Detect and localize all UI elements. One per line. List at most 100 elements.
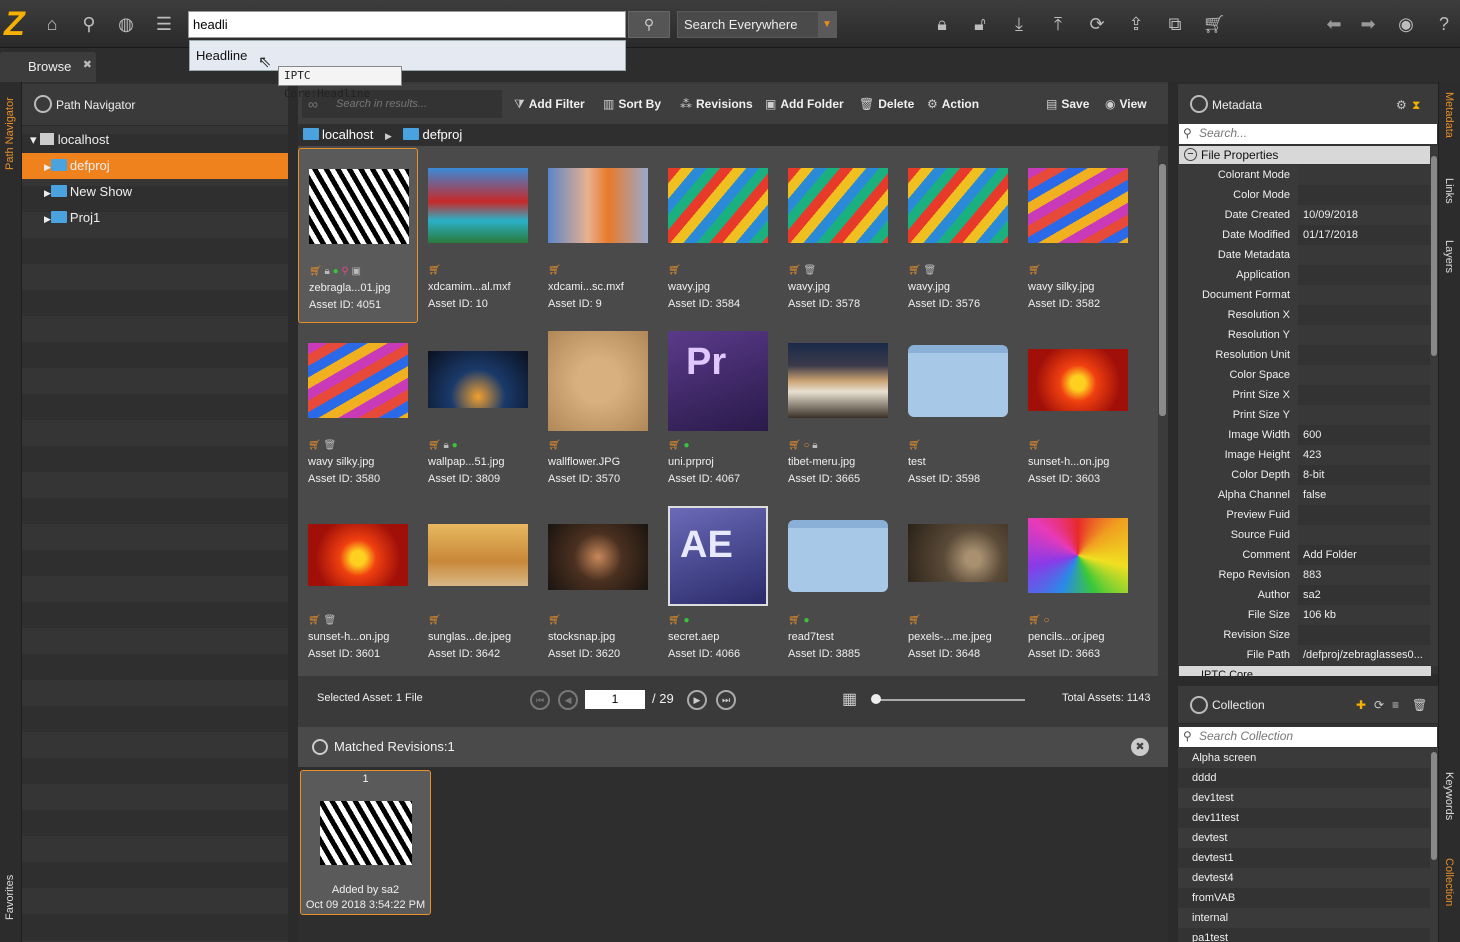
- metadata-row[interactable]: Comment Add Folder: [1178, 545, 1430, 565]
- metadata-row[interactable]: Resolution Unit: [1178, 345, 1430, 365]
- asset-card[interactable]: 🛒︎ pexels-...me.jpeg Asset ID: 3648: [898, 498, 1018, 673]
- asset-thumbnail[interactable]: [428, 524, 528, 586]
- last-page-button[interactable]: ⏭: [716, 690, 736, 710]
- trash-icon[interactable]: 🗑︎: [1412, 686, 1427, 724]
- tree-item-defproj[interactable]: ▶ defproj: [22, 153, 288, 179]
- asset-card[interactable]: 🛒︎ wavy silky.jpg Asset ID: 3582: [1018, 148, 1138, 323]
- first-page-button[interactable]: ⏮: [530, 690, 550, 710]
- folder-thumbnail[interactable]: [908, 345, 1008, 417]
- search-scope-select[interactable]: Search Everywhere ▼: [677, 11, 837, 38]
- add-collection-icon[interactable]: ✚: [1356, 686, 1366, 724]
- asset-card[interactable]: 🛒︎ wavy.jpg Asset ID: 3584: [658, 148, 778, 323]
- home-icon[interactable]: ⌂: [40, 12, 64, 36]
- asset-thumbnail[interactable]: [1028, 518, 1128, 593]
- revision-thumbnail[interactable]: [319, 801, 412, 865]
- collection-item[interactable]: Alpha screen: [1178, 748, 1430, 768]
- asset-card[interactable]: 🛒︎ 🔒︎ ● ⚲ ▣ zebragla...01.jpg Asset ID: …: [298, 148, 418, 323]
- sort-by-button[interactable]: ▥ Sort By: [603, 97, 661, 111]
- collection-search-input[interactable]: Search Collection: [1179, 727, 1437, 747]
- metadata-row[interactable]: Colorant Mode: [1178, 165, 1430, 185]
- collection-item[interactable]: dddd: [1178, 768, 1430, 788]
- collection-scrollbar-thumb[interactable]: [1431, 752, 1437, 860]
- asset-card[interactable]: 🛒︎ ○ pencils...or.jpeg Asset ID: 3663: [1018, 498, 1138, 673]
- expand-right-icon[interactable]: ▶: [44, 214, 51, 224]
- revision-card[interactable]: 1 Added by sa2 Oct 09 2018 3:54:22 PM: [300, 770, 431, 915]
- metadata-value[interactable]: 106 kb: [1300, 605, 1430, 625]
- refresh-icon[interactable]: ⟳: [1374, 686, 1384, 724]
- asset-thumbnail[interactable]: [668, 168, 768, 243]
- search-submit-button[interactable]: ⚲: [628, 11, 670, 38]
- upload-icon[interactable]: ⤒: [1046, 12, 1070, 36]
- expand-right-icon[interactable]: ▶: [44, 162, 51, 172]
- asset-thumbnail[interactable]: [308, 343, 408, 418]
- asset-card[interactable]: 🛒︎ 🗑︎ wavy.jpg Asset ID: 3578: [778, 148, 898, 323]
- export-icon[interactable]: ⇪: [1124, 12, 1148, 36]
- metadata-row[interactable]: Print Size X: [1178, 385, 1430, 405]
- asset-card[interactable]: 🛒︎ xdcami...sc.mxf Asset ID: 9: [538, 148, 658, 323]
- collection-item[interactable]: dev11test: [1178, 808, 1430, 828]
- keywords-rail-tab[interactable]: Keywords: [1443, 772, 1455, 842]
- asset-thumbnail[interactable]: [788, 343, 888, 418]
- path-navigator-rail-tab[interactable]: Path Navigator: [4, 90, 16, 170]
- metadata-value[interactable]: 01/17/2018: [1300, 225, 1430, 245]
- metadata-row[interactable]: Author sa2: [1178, 585, 1430, 605]
- metadata-value[interactable]: 10/09/2018: [1300, 205, 1430, 225]
- asset-thumbnail[interactable]: AE: [668, 506, 768, 606]
- collapse-icon[interactable]: −: [1184, 148, 1197, 161]
- collection-item[interactable]: fromVAB: [1178, 888, 1430, 908]
- metadata-search-input[interactable]: Search...: [1179, 124, 1437, 144]
- zoom-slider[interactable]: [873, 699, 1025, 701]
- asset-thumbnail[interactable]: [428, 168, 528, 243]
- sync-icon[interactable]: ⟳: [1085, 12, 1109, 36]
- search-icon[interactable]: ⚲: [77, 12, 101, 36]
- download-icon[interactable]: ⤓: [1007, 12, 1031, 36]
- expand-down-icon[interactable]: ▾: [30, 132, 37, 147]
- metadata-scrollbar-thumb[interactable]: [1431, 156, 1437, 356]
- metadata-row[interactable]: Resolution Y: [1178, 325, 1430, 345]
- forward-arrow-icon[interactable]: ➡: [1356, 12, 1380, 36]
- asset-card[interactable]: 🛒︎ ○ 🔒︎ tibet-meru.jpg Asset ID: 3665: [778, 323, 898, 498]
- asset-card[interactable]: 🛒︎ xdcamim...al.mxf Asset ID: 10: [418, 148, 538, 323]
- back-arrow-icon[interactable]: ⬅: [1322, 12, 1346, 36]
- asset-thumbnail[interactable]: [428, 351, 528, 408]
- iptc-core-section[interactable]: IPTC Core: [1179, 666, 1431, 676]
- breadcrumb-root[interactable]: localhost: [322, 127, 373, 142]
- metadata-row[interactable]: Date Metadata: [1178, 245, 1430, 265]
- metadata-row[interactable]: Document Format: [1178, 285, 1430, 305]
- asset-thumbnail[interactable]: [908, 524, 1008, 582]
- global-search-input[interactable]: headli: [188, 11, 626, 38]
- asset-thumbnail[interactable]: Pr: [668, 331, 768, 431]
- metadata-row[interactable]: Color Space: [1178, 365, 1430, 385]
- view-button[interactable]: ◉ View: [1105, 97, 1147, 111]
- metadata-row[interactable]: Repo Revision 883: [1178, 565, 1430, 585]
- asset-card[interactable]: 🛒︎ ● read7test Asset ID: 3885: [778, 498, 898, 673]
- metadata-row[interactable]: Color Depth 8-bit: [1178, 465, 1430, 485]
- lock-icon[interactable]: 🔒︎: [930, 12, 954, 36]
- collection-item[interactable]: devtest4: [1178, 868, 1430, 888]
- unlock-icon[interactable]: 🔓︎: [968, 12, 992, 36]
- asset-card[interactable]: AE 🛒︎ ● secret.aep Asset ID: 4066: [658, 498, 778, 673]
- metadata-row[interactable]: Resolution X: [1178, 305, 1430, 325]
- metadata-row[interactable]: File Path/defproj/zebraglasses0...: [1178, 645, 1430, 665]
- tree-item-localhost[interactable]: ▾ localhost: [22, 127, 288, 153]
- favorites-rail-tab[interactable]: Favorites: [4, 860, 16, 920]
- asset-thumbnail[interactable]: [308, 524, 408, 586]
- tree-item-proj1[interactable]: ▶ Proj1: [22, 205, 288, 231]
- metadata-row[interactable]: Source Fuid: [1178, 525, 1430, 545]
- metadata-value[interactable]: /defproj/zebraglasses0...: [1300, 645, 1430, 665]
- metadata-row[interactable]: File Size 106 kb: [1178, 605, 1430, 625]
- collection-item[interactable]: dev1test: [1178, 788, 1430, 808]
- asset-thumbnail[interactable]: [548, 168, 648, 243]
- collection-item[interactable]: devtest: [1178, 828, 1430, 848]
- add-filter-button[interactable]: ⧩ Add Filter: [514, 97, 585, 112]
- compare-icon[interactable]: ⧉: [1163, 12, 1187, 36]
- user-icon[interactable]: ◉: [1394, 12, 1418, 36]
- metadata-row[interactable]: Image Width 600: [1178, 425, 1430, 445]
- asset-thumbnail[interactable]: [788, 168, 888, 243]
- zoom-slider-handle[interactable]: [871, 694, 881, 704]
- metadata-row[interactable]: Revision Size: [1178, 625, 1430, 645]
- asset-card[interactable]: 🛒︎ 🔒︎ ● wallpap...51.jpg Asset ID: 3809: [418, 323, 538, 498]
- metadata-row[interactable]: Preview Fuid: [1178, 505, 1430, 525]
- metadata-value[interactable]: sa2: [1300, 585, 1430, 605]
- grid-scrollbar-thumb[interactable]: [1159, 164, 1166, 416]
